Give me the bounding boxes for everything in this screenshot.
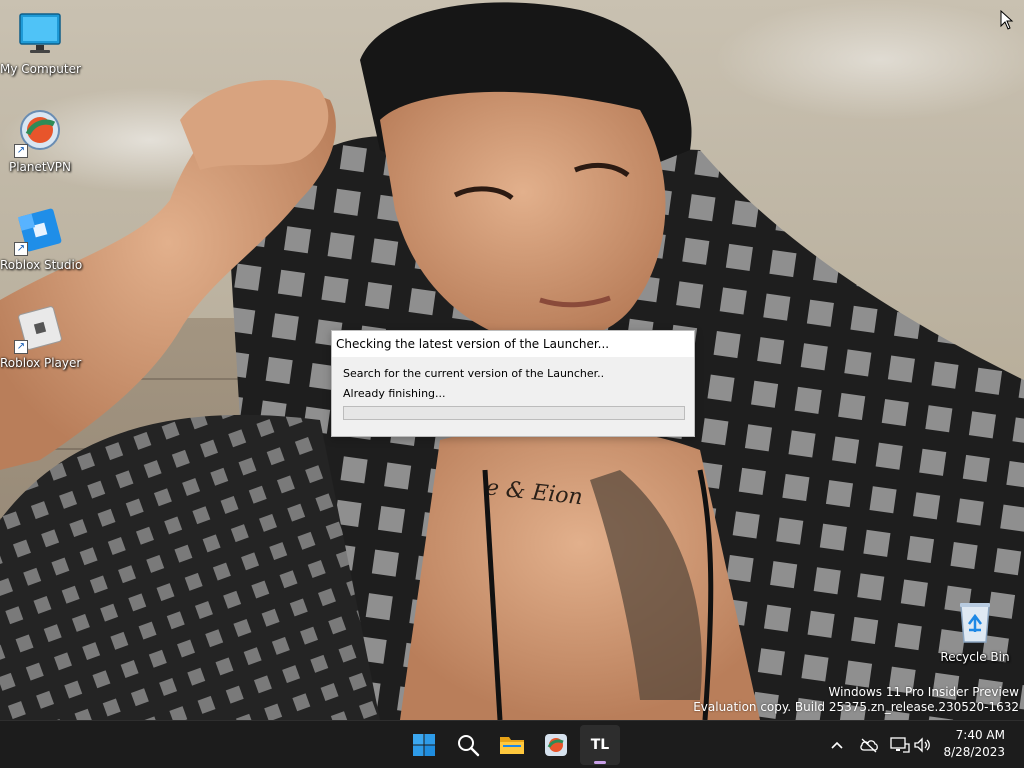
launcher-update-dialog: Checking the latest version of the Launc… — [331, 330, 695, 437]
watermark-build: Evaluation copy. Build 25375.zn_release.… — [693, 700, 1019, 714]
search-button[interactable] — [448, 725, 488, 765]
shortcut-arrow-icon: ↗ — [14, 144, 28, 158]
windows-watermark: Windows 11 Pro Insider Preview Evaluatio… — [693, 685, 1019, 715]
network-icon — [890, 737, 910, 753]
roblox-studio-icon: ↗ — [14, 206, 64, 256]
desktop-icon-label: Recycle Bin — [940, 650, 1010, 664]
desktop-icon-label: Roblox Studio — [0, 258, 83, 272]
recycle-bin-icon — [951, 598, 999, 646]
shortcut-arrow-icon: ↗ — [14, 340, 28, 354]
taskbar-clock[interactable]: 7:40 AM 8/28/2023 — [943, 727, 1005, 761]
planetvpn-icon: ↗ — [14, 108, 64, 158]
desktop-icon-label: My Computer — [0, 62, 81, 76]
dialog-body: Search for the current version of the La… — [332, 357, 694, 436]
search-icon — [458, 735, 480, 757]
mouse-cursor-icon — [1000, 10, 1014, 30]
planetvpn-icon — [545, 734, 567, 756]
dialog-title: Checking the latest version of the Launc… — [336, 337, 610, 351]
update-progress-bar — [343, 406, 685, 420]
tl-launcher-taskbar-button[interactable]: TL — [580, 725, 620, 765]
start-button[interactable] — [404, 725, 444, 765]
volume-icon — [914, 737, 930, 753]
show-hidden-icons-button[interactable] — [827, 735, 847, 755]
roblox-player-icon: ↗ — [14, 304, 64, 354]
cloud-off-icon — [860, 738, 878, 753]
shortcut-arrow-icon: ↗ — [14, 242, 28, 256]
chevron-up-icon — [831, 741, 843, 749]
dialog-substatus-line: Already finishing... — [343, 387, 446, 400]
monitor-icon — [16, 10, 64, 58]
network-button[interactable] — [890, 735, 910, 755]
tl-icon: TL — [590, 737, 610, 753]
watermark-edition: Windows 11 Pro Insider Preview — [828, 685, 1019, 699]
desktop-icon-planetvpn[interactable]: ↗ PlanetVPN — [0, 108, 80, 174]
volume-button[interactable] — [913, 735, 933, 755]
desktop-icon-roblox-studio[interactable]: ↗ Roblox Studio — [0, 206, 83, 272]
clock-time: 7:40 AM — [955, 728, 1005, 742]
taskbar: TL 7:40 AM 8/28/2023 — [0, 720, 1024, 768]
windows-logo-icon — [413, 734, 435, 756]
clock-date: 8/28/2023 — [943, 745, 1005, 759]
desktop-icon-recycle-bin[interactable]: Recycle Bin — [935, 598, 1015, 664]
desktop-icon-label: PlanetVPN — [8, 160, 72, 174]
dialog-status-line: Search for the current version of the La… — [343, 367, 605, 380]
onedrive-status-button[interactable] — [859, 735, 879, 755]
running-indicator — [594, 761, 606, 764]
desktop-icon-label: Roblox Player — [0, 356, 82, 370]
file-explorer-button[interactable] — [492, 725, 532, 765]
desktop-icon-my-computer[interactable]: My Computer — [0, 10, 81, 76]
folder-icon — [500, 737, 524, 754]
desktop-icon-roblox-player[interactable]: ↗ Roblox Player — [0, 304, 82, 370]
planetvpn-taskbar-button[interactable] — [536, 725, 576, 765]
